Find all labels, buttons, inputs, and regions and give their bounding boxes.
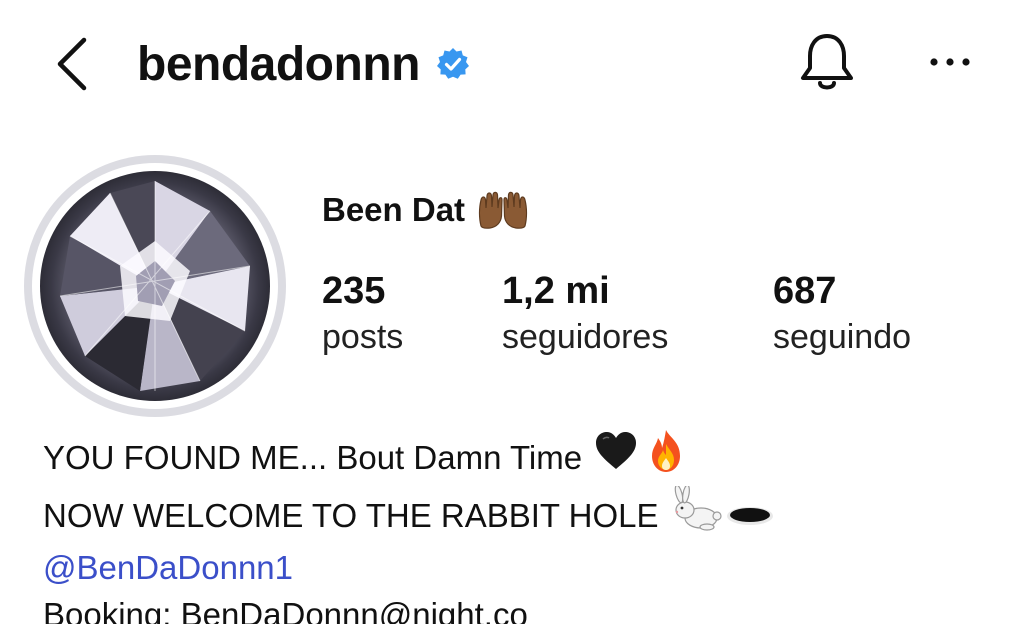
raised-hands-emoji-icon [478, 191, 528, 229]
ellipsis-icon [930, 58, 970, 66]
followers-stat[interactable]: 1,2 mi seguidores [502, 268, 668, 360]
bio-text-2: NOW WELCOME TO THE RABBIT HOLE [43, 496, 659, 534]
avatar-story-ring[interactable] [24, 155, 286, 417]
profile-page: bendadonnn Been Dat 235 posts 1,2 mi seg… [0, 0, 1024, 624]
notifications-button[interactable] [796, 28, 858, 96]
back-button[interactable] [48, 34, 98, 94]
following-label: seguindo [773, 318, 912, 356]
bio-line-1: YOU FOUND ME... Bout Damn Time [43, 428, 1003, 486]
mention-link[interactable]: @BenDaDonnn1 [43, 544, 293, 591]
followers-label: seguidores [502, 318, 669, 356]
following-count: 687 [773, 270, 837, 312]
following-stat[interactable]: 687 seguindo [773, 268, 911, 360]
profile-header: bendadonnn [0, 0, 1024, 130]
hole-emoji-icon [726, 506, 773, 525]
bio-mention-line: @BenDaDonnn1 [43, 544, 1003, 591]
bio-text-1: YOU FOUND ME... Bout Damn Time [43, 438, 583, 476]
username: bendadonnn [137, 37, 420, 91]
fire-emoji-icon [652, 430, 681, 472]
posts-stat[interactable]: 235 posts [322, 268, 403, 360]
username-row: bendadonnn [137, 32, 470, 96]
avatar[interactable] [40, 171, 270, 401]
bell-icon [801, 34, 853, 90]
verified-badge-icon [436, 48, 469, 79]
chevron-left-icon [57, 37, 87, 91]
bio-line-2: NOW WELCOME TO THE RABBIT HOLE [43, 484, 1003, 544]
bio-booking-line: Booking: BenDaDonnn@night.co [43, 591, 1003, 624]
more-options-button[interactable] [922, 40, 978, 80]
rabbit-emoji-icon [674, 484, 722, 531]
followers-count: 1,2 mi [502, 270, 610, 312]
diamond-avatar-image [40, 171, 270, 401]
bio: YOU FOUND ME... Bout Damn Time NOW WELCO… [43, 428, 1003, 624]
posts-label: posts [322, 318, 404, 356]
display-name: Been Dat [322, 191, 466, 228]
posts-count: 235 [322, 270, 386, 312]
booking-text: Booking: BenDaDonnn@night.co [43, 596, 528, 624]
black-heart-emoji-icon [596, 432, 637, 469]
display-name-row: Been Dat [322, 190, 531, 230]
